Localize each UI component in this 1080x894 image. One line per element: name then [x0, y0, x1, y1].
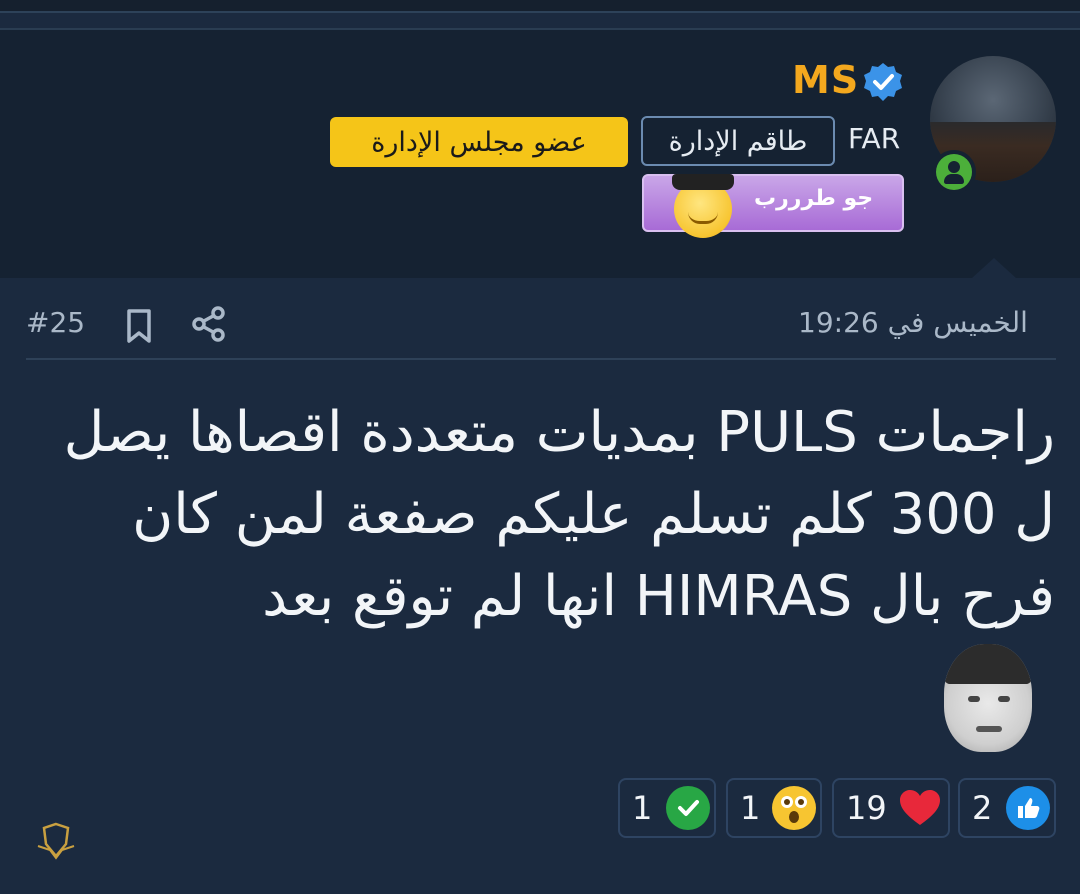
heart-icon — [898, 786, 942, 830]
forum-watermark — [6, 818, 102, 894]
reaction-count: 2 — [972, 789, 993, 827]
divider — [26, 358, 1056, 360]
reaction-check[interactable]: 1 — [618, 778, 716, 838]
sticker-text: جو طرررب — [754, 186, 874, 211]
bookmark-icon[interactable] — [124, 308, 154, 344]
shocked-face-icon — [772, 786, 816, 830]
next-post-preview — [120, 874, 1070, 894]
user-tag: FAR — [848, 122, 901, 155]
post-number[interactable]: #25 — [26, 306, 85, 339]
reaction-wow[interactable]: 1 — [726, 778, 822, 838]
reaction-count: 19 — [846, 789, 887, 827]
user-banner-sticker: جو طرررب — [642, 174, 904, 238]
sunglasses — [672, 174, 734, 190]
reaction-love[interactable]: 19 — [832, 778, 950, 838]
reaction-count: 1 — [740, 789, 761, 827]
post-body: راجمات PULS بمديات متعددة اقصاها يصل ل 3… — [63, 400, 1055, 629]
divider — [0, 11, 1080, 13]
reaction-like[interactable]: 2 — [958, 778, 1056, 838]
kappa-emote-icon — [944, 644, 1032, 752]
thumbs-up-icon — [1006, 786, 1050, 830]
checkmark-icon — [666, 786, 710, 830]
share-icon[interactable] — [192, 306, 226, 342]
reaction-count: 1 — [632, 789, 653, 827]
forum-wings-logo-icon — [37, 822, 75, 860]
panel-pointer — [972, 258, 1016, 278]
role-badge-staff: طاقم الإدارة — [641, 116, 835, 166]
verified-check-icon — [864, 63, 902, 101]
username[interactable]: MS — [792, 58, 859, 102]
post-date[interactable]: الخميس في 19:26 — [798, 306, 1028, 339]
user-online-icon — [932, 150, 976, 194]
forum-post-page: MS FAR طاقم الإدارة عضو مجلس الإدارة جو … — [0, 0, 1080, 894]
role-badge-board: عضو مجلس الإدارة — [330, 117, 628, 167]
